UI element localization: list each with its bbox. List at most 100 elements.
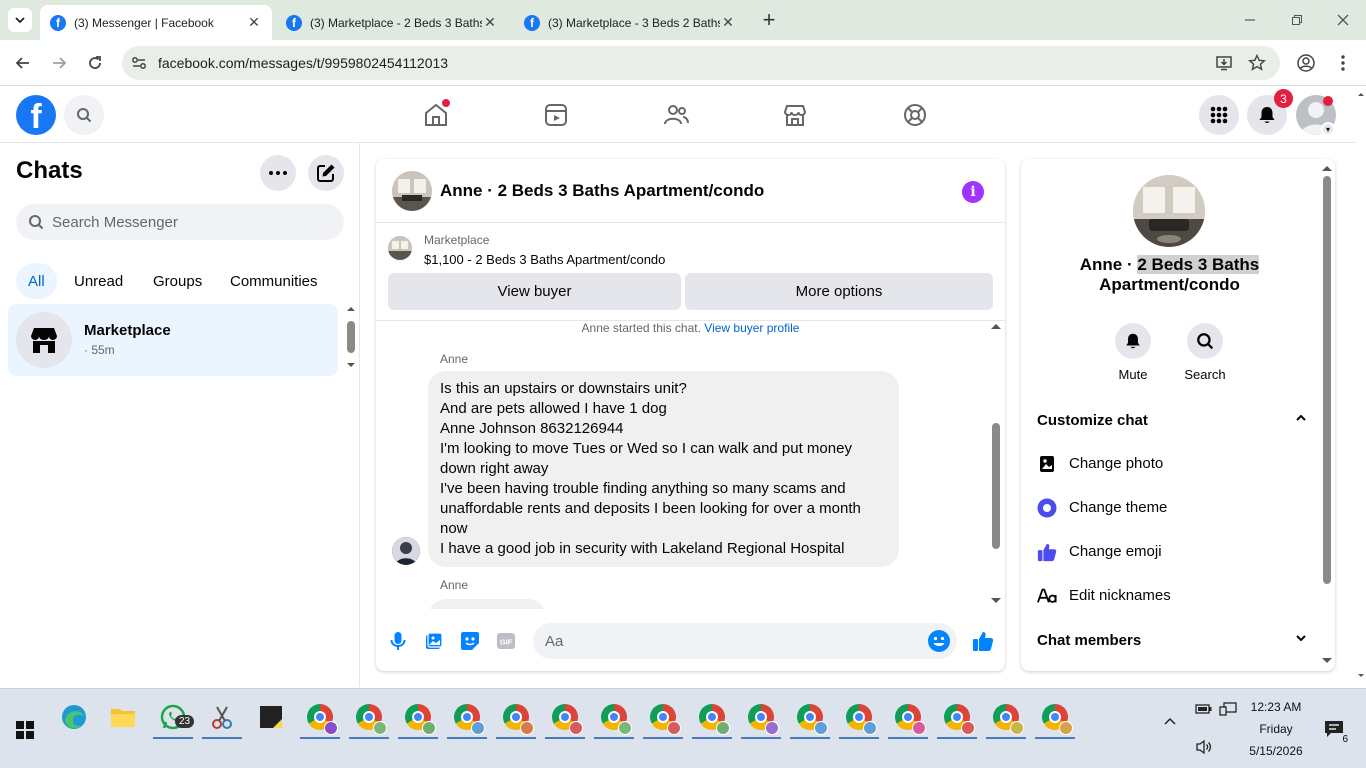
snipping-tool-icon[interactable] bbox=[200, 697, 244, 739]
message-bubble[interactable] bbox=[428, 599, 546, 609]
chat-members-toggle[interactable]: Chat members bbox=[1037, 632, 1307, 649]
chrome-profile-icon[interactable] bbox=[984, 697, 1028, 739]
chrome-profile-icon[interactable] bbox=[396, 697, 440, 739]
notifications-button[interactable]: 3 bbox=[1247, 89, 1293, 135]
sticker-icon[interactable] bbox=[457, 628, 483, 654]
chrome-profile-icon[interactable] bbox=[298, 697, 342, 739]
filter-communities[interactable]: Communities bbox=[218, 263, 330, 299]
nav-home[interactable] bbox=[416, 95, 456, 135]
chat-list-item[interactable]: Marketplace · 55m bbox=[8, 304, 338, 376]
profile-icon[interactable] bbox=[1294, 51, 1318, 75]
mute-button[interactable]: Mute bbox=[1103, 323, 1163, 382]
restore-button[interactable] bbox=[1285, 8, 1309, 32]
nav-marketplace[interactable] bbox=[775, 95, 815, 135]
chat-photo[interactable] bbox=[1133, 175, 1205, 247]
filter-unread[interactable]: Unread bbox=[62, 263, 135, 299]
microphone-icon[interactable] bbox=[385, 628, 411, 654]
change-emoji-option[interactable]: Change emoji bbox=[1037, 540, 1307, 564]
browser-menu-icon[interactable] bbox=[1331, 51, 1355, 75]
chrome-profile-icon[interactable] bbox=[445, 697, 489, 739]
message-input[interactable]: Aa bbox=[533, 623, 957, 659]
change-theme-option[interactable]: Change theme bbox=[1037, 496, 1307, 520]
chrome-profile-icon[interactable] bbox=[690, 697, 734, 739]
site-settings-icon[interactable] bbox=[130, 54, 148, 72]
listing-title[interactable]: $1,100 - 2 Beds 3 Baths Apartment/condo bbox=[424, 252, 665, 267]
thumbs-up-icon[interactable] bbox=[970, 628, 996, 654]
chats-options-button[interactable] bbox=[260, 155, 296, 191]
edge-app-icon[interactable] bbox=[52, 697, 96, 737]
more-options-button[interactable]: More options bbox=[685, 273, 993, 310]
nav-video[interactable] bbox=[536, 95, 576, 135]
chrome-profile-icon[interactable] bbox=[886, 697, 930, 739]
filter-all[interactable]: All bbox=[16, 263, 57, 299]
details-scrollbar[interactable] bbox=[1321, 162, 1333, 668]
chat-list-scrollbar[interactable] bbox=[346, 304, 356, 370]
close-window-button[interactable] bbox=[1331, 8, 1355, 32]
close-icon[interactable]: ✕ bbox=[246, 14, 262, 31]
whatsapp-app-icon[interactable]: 23 bbox=[151, 697, 195, 739]
network-icon[interactable] bbox=[1216, 697, 1240, 721]
forward-button[interactable] bbox=[47, 51, 71, 75]
volume-icon[interactable] bbox=[1192, 735, 1216, 759]
chat-members-label: Chat members bbox=[1037, 632, 1142, 649]
browser-tab-marketplace-1[interactable]: f (3) Marketplace - 2 Beds 3 Baths ✕ bbox=[276, 5, 508, 40]
browser-tab-marketplace-2[interactable]: f (3) Marketplace - 3 Beds 2 Baths ✕ bbox=[514, 5, 746, 40]
tab-title: (3) Marketplace - 2 Beds 3 Baths bbox=[310, 15, 482, 30]
back-button[interactable] bbox=[11, 51, 35, 75]
file-explorer-icon[interactable] bbox=[101, 697, 145, 737]
listing-thumbnail[interactable] bbox=[388, 236, 412, 260]
reload-button[interactable] bbox=[83, 51, 107, 75]
chrome-profile-icon[interactable] bbox=[641, 697, 685, 739]
notification-center-button[interactable]: 6 bbox=[1320, 715, 1350, 745]
chrome-profile-icon[interactable] bbox=[592, 697, 636, 739]
filter-groups[interactable]: Groups bbox=[141, 263, 214, 299]
view-buyer-profile-link[interactable]: View buyer profile bbox=[704, 321, 799, 335]
bookmark-star-icon[interactable] bbox=[1247, 53, 1267, 73]
new-message-button[interactable] bbox=[308, 155, 344, 191]
nav-gaming[interactable] bbox=[895, 95, 935, 135]
message-bubble[interactable]: Is this an upstairs or downstairs unit? … bbox=[428, 371, 899, 567]
close-icon[interactable]: ✕ bbox=[482, 14, 498, 31]
clock-time[interactable]: 12:23 AM bbox=[1244, 700, 1308, 714]
chrome-profile-icon[interactable] bbox=[935, 697, 979, 739]
chrome-profile-icon[interactable] bbox=[837, 697, 881, 739]
messenger-search-input[interactable]: Search Messenger bbox=[16, 204, 344, 240]
view-buyer-button[interactable]: View buyer bbox=[388, 273, 681, 310]
tab-search-button[interactable] bbox=[8, 8, 32, 32]
sender-avatar[interactable] bbox=[392, 537, 420, 565]
install-app-icon[interactable] bbox=[1214, 53, 1234, 73]
show-hidden-icons-button[interactable] bbox=[1158, 709, 1182, 733]
facebook-search-button[interactable] bbox=[64, 95, 104, 135]
search-in-chat-button[interactable]: Search bbox=[1175, 323, 1235, 382]
conversation-scrollbar[interactable] bbox=[990, 321, 1002, 609]
battery-icon[interactable] bbox=[1192, 697, 1216, 721]
chrome-profile-icon[interactable] bbox=[1033, 697, 1077, 739]
change-photo-option[interactable]: Change photo bbox=[1037, 452, 1307, 476]
message-line: I've been having trouble finding anythin… bbox=[440, 480, 861, 537]
new-tab-button[interactable]: + bbox=[758, 7, 780, 32]
customize-chat-toggle[interactable]: Customize chat bbox=[1037, 412, 1307, 429]
windows-start-icon[interactable] bbox=[16, 721, 34, 739]
chrome-profile-icon[interactable] bbox=[543, 697, 587, 739]
gif-icon[interactable]: GIF bbox=[493, 628, 519, 654]
minimize-button[interactable] bbox=[1238, 8, 1262, 32]
chrome-profile-icon[interactable] bbox=[788, 697, 832, 739]
sticky-notes-icon[interactable] bbox=[249, 697, 293, 737]
chrome-profile-icon[interactable] bbox=[739, 697, 783, 739]
edit-nicknames-option[interactable]: Edit nicknames bbox=[1037, 584, 1307, 608]
close-icon[interactable]: ✕ bbox=[720, 14, 736, 31]
nav-friends[interactable] bbox=[656, 95, 696, 135]
address-bar[interactable]: facebook.com/messages/t/9959802454112013 bbox=[122, 46, 1280, 80]
chevron-down-icon[interactable]: ▾ bbox=[1321, 122, 1335, 136]
conversation-avatar[interactable] bbox=[392, 171, 432, 211]
browser-tab-messenger[interactable]: f (3) Messenger | Facebook ✕ bbox=[40, 5, 272, 40]
facebook-logo[interactable]: f bbox=[16, 95, 56, 135]
chrome-profile-icon[interactable] bbox=[494, 697, 538, 739]
emoji-icon[interactable] bbox=[927, 629, 951, 653]
chrome-profile-icon[interactable] bbox=[347, 697, 391, 739]
info-icon[interactable]: i bbox=[962, 181, 984, 203]
page-scrollbar[interactable] bbox=[1356, 87, 1366, 687]
menu-button[interactable] bbox=[1199, 95, 1239, 135]
gaming-icon bbox=[904, 104, 926, 126]
photo-icon[interactable] bbox=[421, 628, 447, 654]
